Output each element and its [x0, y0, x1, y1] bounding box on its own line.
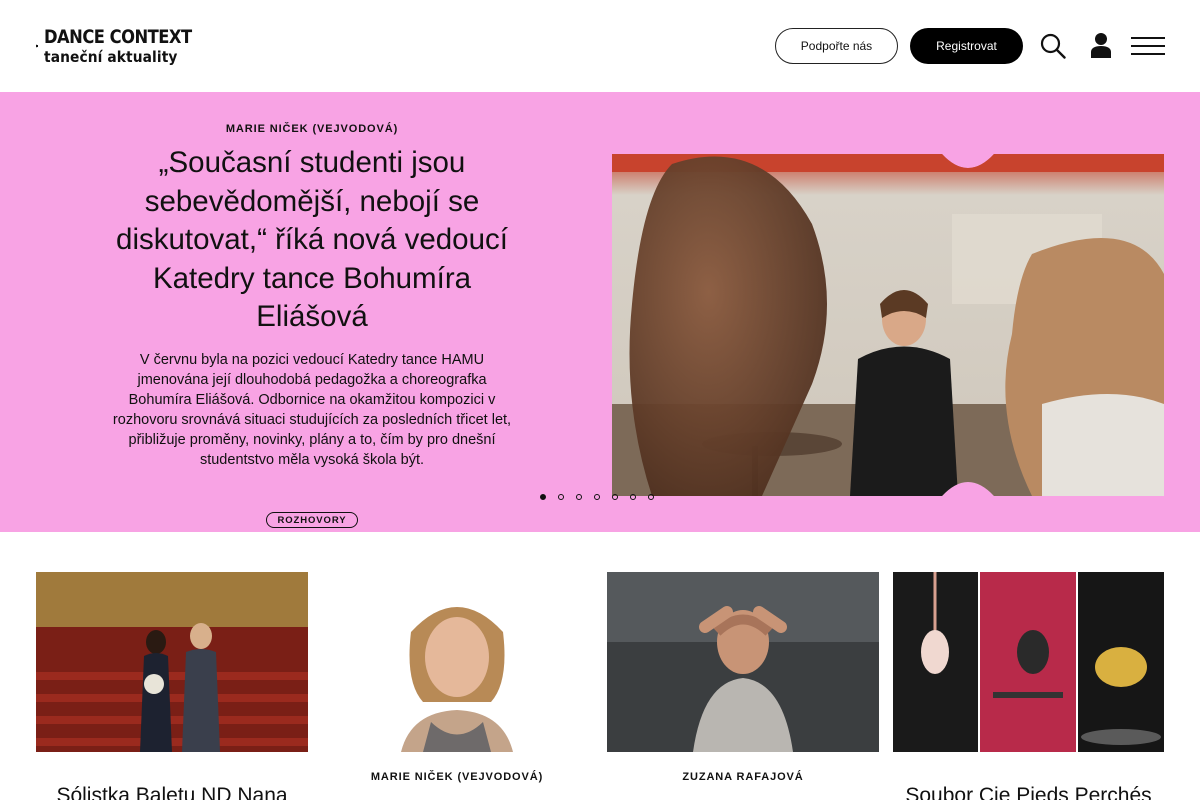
hero-photo[interactable]: [612, 154, 1164, 496]
logo-mark-icon: [36, 44, 39, 48]
card-title[interactable]: Sólistka Baletu ND Nana: [36, 784, 308, 800]
logo-subtitle: taneční aktuality: [44, 47, 178, 66]
hero-featured-article[interactable]: MARIE NIČEK (VEJVODOVÁ) „Současní studen…: [0, 92, 1200, 532]
menu-icon[interactable]: [1131, 35, 1165, 57]
site-logo[interactable]: DANCE CONTEXT taneční aktuality: [36, 25, 216, 67]
carousel-dot[interactable]: [594, 494, 600, 500]
carousel-dot[interactable]: [540, 494, 546, 500]
hero-author[interactable]: MARIE NIČEK (VEJVODOVÁ): [112, 123, 512, 135]
register-button[interactable]: Registrovat: [910, 28, 1023, 64]
card-title[interactable]: Soubor Cie Pieds Perchés: [893, 784, 1164, 800]
card-photo-theater[interactable]: [36, 572, 308, 752]
carousel-dots: [540, 494, 654, 500]
search-icon[interactable]: [1040, 33, 1066, 59]
logo-title: DANCE CONTEXT: [44, 25, 192, 48]
hero-lead: V červnu byla na pozici vedoucí Katedry …: [112, 352, 512, 468]
site-header: DANCE CONTEXT taneční aktuality Podpořte…: [0, 0, 1200, 92]
carousel-dot[interactable]: [612, 494, 618, 500]
carousel-dot[interactable]: [648, 494, 654, 500]
hero-title[interactable]: „Současní studenti jsou sebevědomější, n…: [112, 144, 512, 337]
carousel-dot[interactable]: [576, 494, 582, 500]
card-photo-performance[interactable]: [893, 572, 1164, 752]
card-photo-dancer[interactable]: [607, 572, 879, 752]
card-author[interactable]: MARIE NIČEK (VEJVODOVÁ): [321, 771, 593, 783]
support-button[interactable]: Podpořte nás: [775, 28, 898, 64]
logo-text: DANCE CONTEXT taneční aktuality: [44, 25, 216, 66]
carousel-dot[interactable]: [630, 494, 636, 500]
user-icon[interactable]: [1089, 32, 1113, 58]
category-tag[interactable]: ROZHOVORY: [266, 512, 358, 528]
carousel-dot[interactable]: [558, 494, 564, 500]
card-author[interactable]: ZUZANA RAFAJOVÁ: [607, 771, 879, 783]
card-photo-portrait[interactable]: [321, 572, 593, 752]
